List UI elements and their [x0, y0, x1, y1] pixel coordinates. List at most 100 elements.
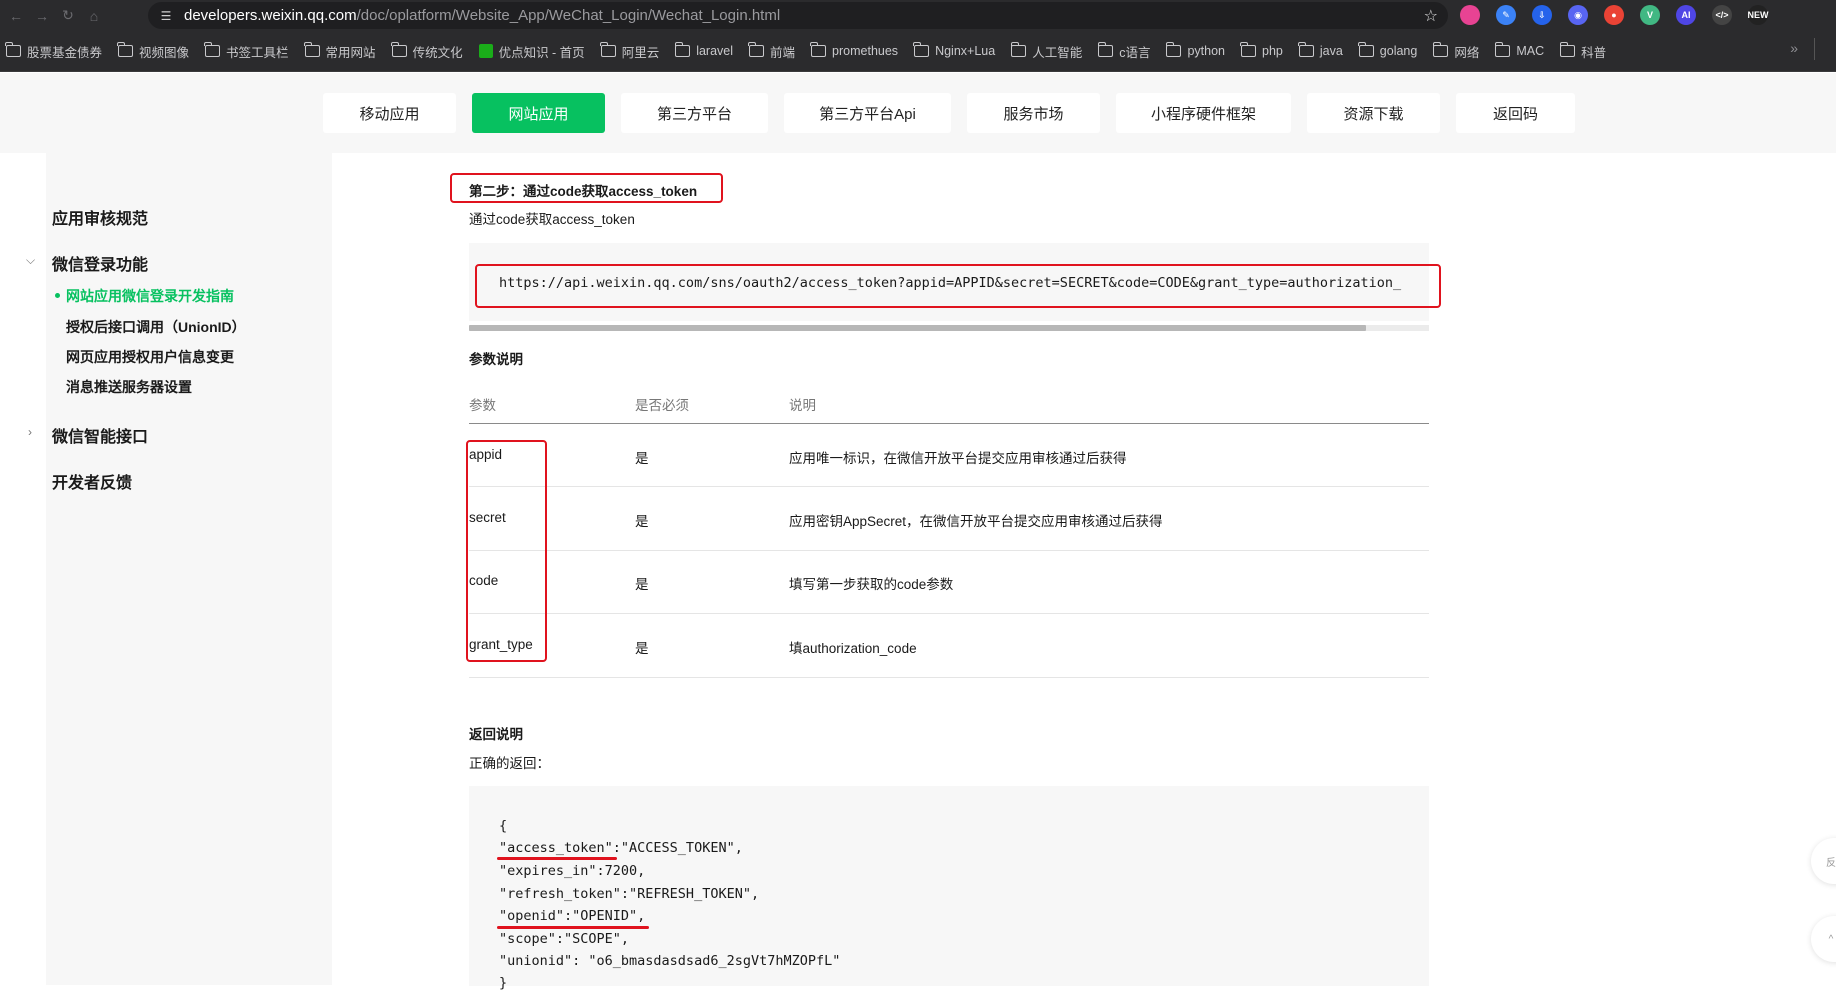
- site-settings-icon[interactable]: ☰: [158, 8, 174, 24]
- home-icon[interactable]: ⌂: [84, 6, 104, 26]
- bookmark-item[interactable]: golang: [1358, 42, 1417, 58]
- tab-resource-download[interactable]: 资源下载: [1307, 93, 1440, 133]
- sidebar-item-feedback[interactable]: 开发者反馈: [52, 469, 132, 493]
- translate-ext-icon[interactable]: ⇩: [1532, 5, 1552, 25]
- bookmark-item[interactable]: python: [1165, 42, 1225, 58]
- bookmark-item[interactable]: 阿里云: [600, 42, 660, 61]
- tab-return-codes[interactable]: 返回码: [1456, 93, 1575, 133]
- table-row-divider: [469, 677, 1429, 678]
- bookmark-label: 传统文化: [412, 45, 463, 60]
- tab-website-app[interactable]: 网站应用: [472, 93, 605, 133]
- bookmark-label: 前端: [770, 45, 796, 60]
- bookmark-label: laravel: [696, 44, 734, 58]
- bookmark-label: Nginx+Lua: [935, 44, 996, 58]
- bookmark-star-icon[interactable]: ☆: [1424, 6, 1438, 26]
- bookmark-item[interactable]: 股票基金债券: [5, 42, 103, 61]
- bookmark-label: python: [1187, 44, 1225, 58]
- folder-icon: [390, 42, 407, 57]
- bookmark-item[interactable]: 传统文化: [390, 42, 463, 61]
- sidebar-subitem-unionid[interactable]: 授权后接口调用（UnionID）: [66, 317, 246, 337]
- bookmark-item[interactable]: php: [1240, 42, 1283, 58]
- annotation-underline-openid: [497, 926, 649, 929]
- return-description: 正确的返回：: [469, 756, 550, 771]
- folder-icon: [1559, 42, 1576, 57]
- table-cell-description: 填authorization_code: [789, 641, 917, 656]
- bookmark-item[interactable]: Nginx+Lua: [913, 42, 996, 58]
- sidebar-subitem-login-guide[interactable]: 网站应用微信登录开发指南: [66, 286, 234, 306]
- table-cell-required: 是: [635, 451, 649, 466]
- bookmark-label: MAC: [1516, 44, 1545, 58]
- folder-icon: [5, 42, 21, 57]
- bookmark-label: 常用网站: [325, 45, 376, 60]
- horizontal-scrollbar[interactable]: [469, 325, 1429, 331]
- bookmark-item[interactable]: java: [1298, 42, 1343, 58]
- folder-icon: [303, 42, 320, 57]
- bookmark-item[interactable]: promethues: [810, 42, 899, 58]
- new-ext-icon[interactable]: NEW: [1748, 5, 1769, 25]
- sidebar-item-review-rules[interactable]: 应用审核规范: [52, 205, 148, 229]
- bookmark-label: 网络: [1454, 45, 1480, 60]
- json-line: "unionid": "o6_bmasdasdsad6_2sgVt7hMZOPf…: [499, 953, 841, 969]
- bookmark-label: 股票基金债券: [27, 45, 103, 60]
- bookmark-label: 优点知识 - 首页: [498, 45, 585, 60]
- table-header-required: 是否必须: [635, 398, 689, 413]
- bookmark-item[interactable]: 书签工具栏: [204, 42, 289, 61]
- discord-ext-icon[interactable]: ◉: [1568, 5, 1588, 25]
- bookmarks-bar: 股票基金债券 视频图像 书签工具栏 常用网站 传统文化 优点知识 - 首页 阿里云 larav…: [0, 31, 1836, 72]
- bookmark-item[interactable]: c语言: [1097, 42, 1151, 61]
- bookmark-label: promethues: [832, 44, 899, 58]
- tab-hardware-framework[interactable]: 小程序硬件框架: [1116, 93, 1291, 133]
- forward-icon[interactable]: →: [32, 6, 52, 26]
- ai-ext-icon[interactable]: AI: [1676, 5, 1696, 25]
- annotation-box-step-title: [450, 173, 723, 203]
- folder-icon: [913, 42, 930, 57]
- bookmark-label: 阿里云: [621, 45, 660, 60]
- reload-icon[interactable]: ↻: [58, 6, 78, 26]
- bookmark-item[interactable]: 网络: [1432, 42, 1480, 61]
- folder-icon: [810, 42, 827, 57]
- sidebar-item-smart-api[interactable]: 微信智能接口: [52, 423, 148, 447]
- bookmark-item[interactable]: MAC: [1494, 42, 1545, 58]
- top-navigation: 移动应用 网站应用 第三方平台 第三方平台Api 服务市场 小程序硬件框架 资源…: [0, 73, 1836, 153]
- code-ext-icon[interactable]: </>: [1712, 5, 1732, 25]
- folder-icon: [117, 42, 134, 57]
- annotation-box-params: [466, 440, 547, 662]
- bookmark-label: c语言: [1119, 45, 1151, 60]
- folder-icon: [1097, 42, 1114, 57]
- color-ext-icon[interactable]: [1460, 5, 1480, 25]
- tab-mobile-app[interactable]: 移动应用: [323, 93, 456, 133]
- folder-icon: [600, 42, 616, 57]
- sidebar-subitem-push-server[interactable]: 消息推送服务器设置: [66, 377, 192, 397]
- json-line: "scope":"SCOPE",: [499, 931, 630, 947]
- bookmark-item[interactable]: 科普: [1559, 42, 1606, 61]
- bookmark-item[interactable]: 常用网站: [303, 42, 376, 61]
- tab-service-market[interactable]: 服务市场: [967, 93, 1100, 133]
- table-row-divider: [469, 486, 1429, 487]
- url-text: developers.weixin.qq.com/doc/oplatform/W…: [184, 7, 781, 24]
- bookmark-item[interactable]: 优点知识 - 首页: [478, 42, 585, 61]
- tab-third-party-api[interactable]: 第三方平台Api: [784, 93, 951, 133]
- bookmark-item[interactable]: laravel: [674, 42, 734, 58]
- active-dot-icon: [55, 293, 60, 298]
- back-icon[interactable]: ←: [6, 6, 26, 26]
- reading-list-icon[interactable]: [1814, 38, 1832, 60]
- bookmark-item[interactable]: 人工智能: [1010, 42, 1083, 61]
- scrollbar-thumb[interactable]: [469, 325, 1366, 331]
- folder-icon: [1298, 42, 1314, 57]
- tab-third-party-platform[interactable]: 第三方平台: [621, 93, 768, 133]
- more-bookmarks-icon[interactable]: »: [1790, 40, 1798, 56]
- sidebar-item-wechat-login[interactable]: 微信登录功能: [52, 251, 148, 275]
- pen-ext-icon[interactable]: ✎: [1496, 5, 1516, 25]
- bookmark-item[interactable]: 前端: [748, 42, 796, 61]
- chevron-right-icon[interactable]: ›: [28, 425, 32, 439]
- bookmark-label: 人工智能: [1032, 45, 1083, 60]
- chevron-down-icon[interactable]: ⌵: [26, 253, 35, 268]
- address-bar[interactable]: ☰ developers.weixin.qq.com/doc/oplatform…: [148, 2, 1448, 29]
- chrome-ext-icon[interactable]: ●: [1604, 5, 1624, 25]
- params-title: 参数说明: [469, 352, 523, 367]
- sidebar-subitem-user-info-change[interactable]: 网页应用授权用户信息变更: [66, 347, 234, 367]
- vue-ext-icon[interactable]: V: [1640, 5, 1660, 25]
- bookmark-item[interactable]: 视频图像: [117, 42, 189, 61]
- json-line: "openid":"OPENID",: [499, 908, 646, 924]
- bookmark-label: 书签工具栏: [226, 45, 289, 60]
